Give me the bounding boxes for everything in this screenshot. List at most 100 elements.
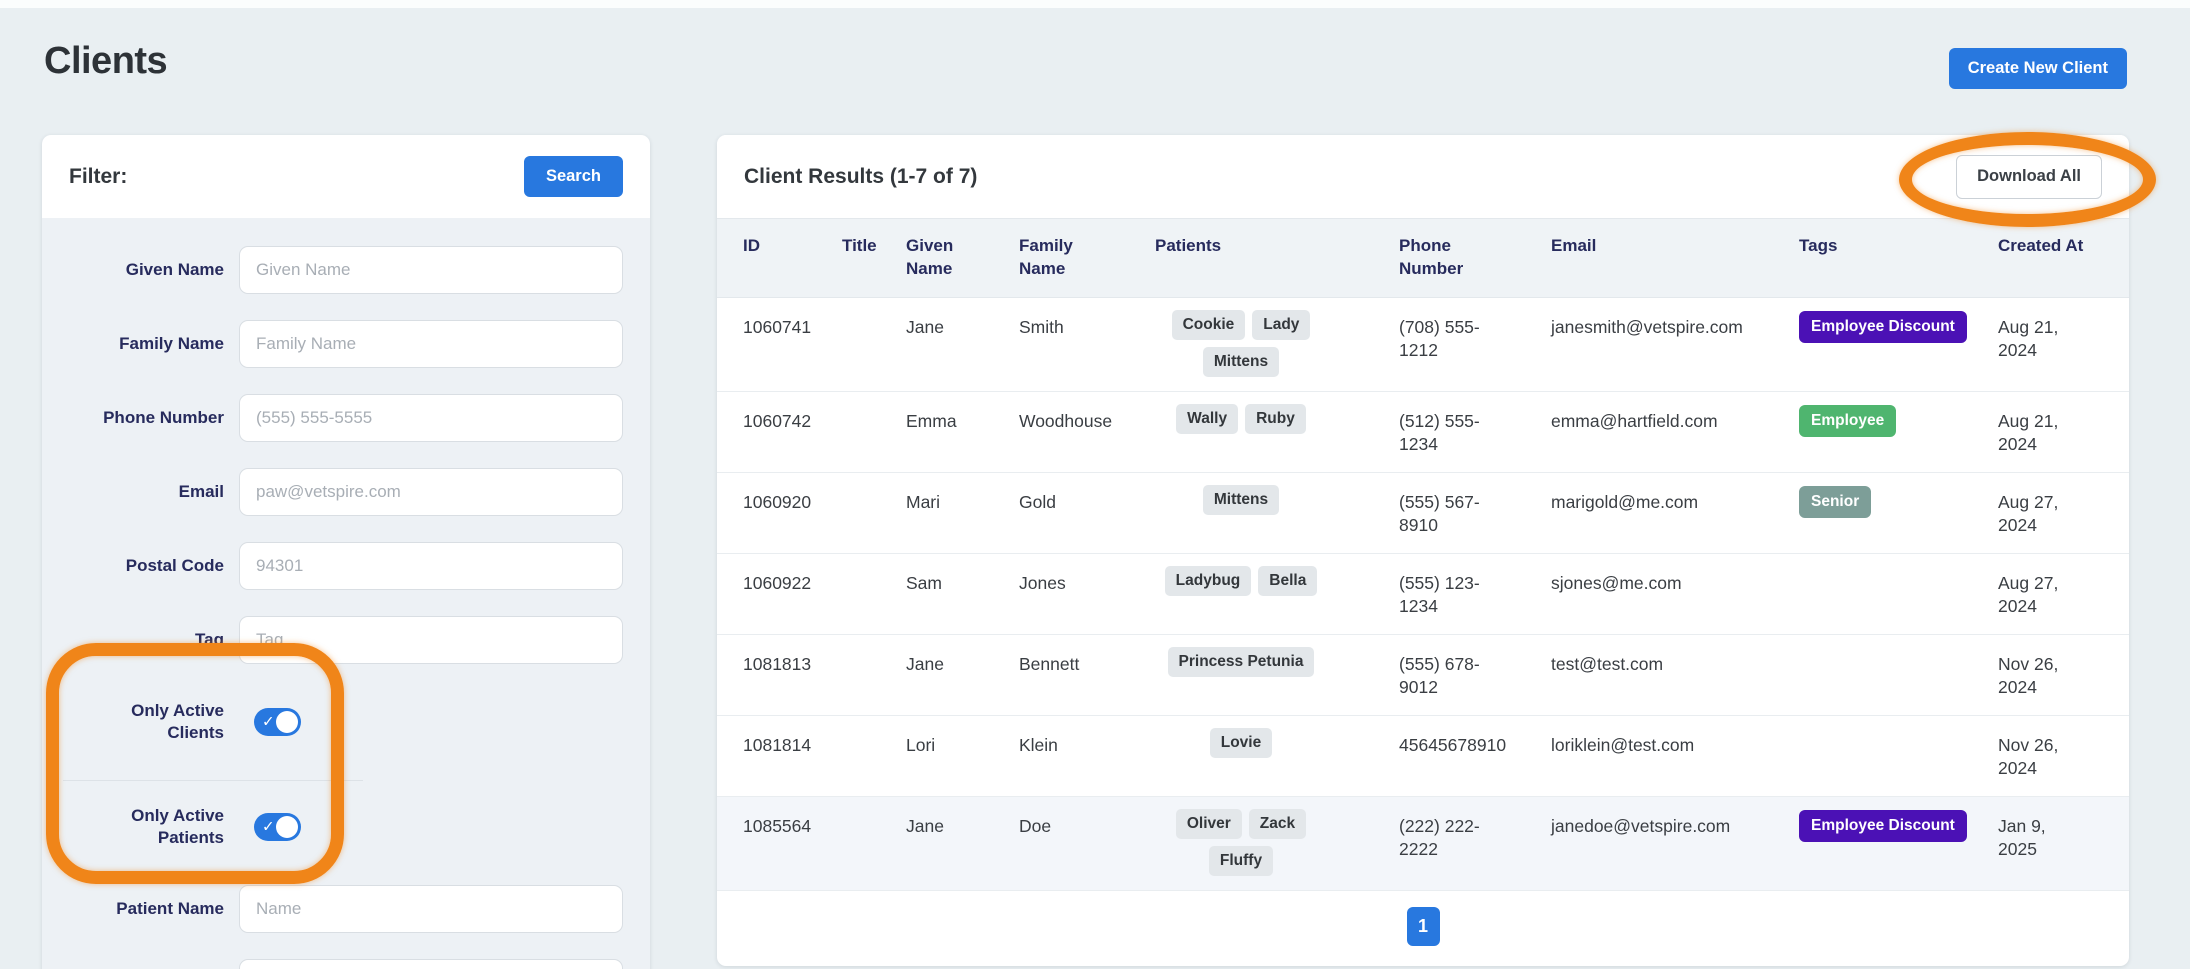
table-row[interactable]: 1081814 Lori Klein Lovie 45645678910 lor… (717, 716, 2129, 797)
cell-email: emma@hartfield.com (1551, 392, 1799, 447)
filter-body: Given Name Family Name Phone Number Emai… (42, 218, 650, 969)
cell-title (842, 635, 906, 667)
cell-id: 1081813 (743, 635, 842, 690)
page-title: Clients (44, 40, 167, 83)
toggle-switch-on[interactable]: ✓ (254, 708, 301, 736)
toggle-divider (63, 780, 363, 781)
column-header: Patients (1155, 235, 1399, 281)
cell-family-name: Woodhouse (1019, 392, 1155, 447)
cell-patients: CookieLady Mittens (1155, 298, 1327, 391)
filter-field-row: Patient Name (69, 885, 623, 933)
cell-tags: Employee (1799, 392, 1998, 451)
cell-title (842, 716, 906, 748)
cell-title (842, 797, 906, 829)
page-1-button[interactable]: 1 (1407, 907, 1440, 946)
cell-id: 1081814 (743, 716, 842, 771)
cell-created-at: Aug 21, 2024 (1998, 298, 2072, 376)
cell-family-name: Klein (1019, 716, 1155, 771)
filter-field-label: Phone Number (69, 407, 224, 429)
cell-family-name: Smith (1019, 298, 1155, 353)
cell-given-name: Jane (906, 635, 1019, 690)
filter-field-input[interactable] (239, 394, 623, 442)
column-header: Created At (1998, 235, 2129, 281)
search-button[interactable]: Search (524, 156, 623, 197)
column-header: Tags (1799, 235, 1998, 281)
filter-field-input[interactable] (239, 885, 623, 933)
cell-email: sjones@me.com (1551, 554, 1799, 609)
filter-field-input[interactable] (239, 616, 623, 664)
filter-field-row: Tag (69, 616, 623, 664)
filter-field-label: Tag (69, 629, 224, 651)
cell-phone-number: (512) 555-1234 (1399, 392, 1495, 470)
patient-chip: Mittens (1203, 485, 1279, 515)
cell-id: 1060741 (743, 298, 842, 353)
patient-chip: Mittens (1203, 347, 1279, 377)
patient-chip: Wally (1176, 404, 1238, 434)
column-header: Given Name (906, 235, 991, 281)
cell-given-name: Mari (906, 473, 1019, 528)
table-row[interactable]: 1060742 Emma Woodhouse WallyRuby (512) 5… (717, 392, 2129, 473)
table-row[interactable]: 1085564 Jane Doe OliverZackFluffy (222) … (717, 797, 2129, 891)
cell-patients: WallyRuby (1155, 392, 1327, 448)
patient-chip: Cookie (1172, 310, 1246, 340)
filter-field-input[interactable] (239, 542, 623, 590)
filter-field-input[interactable] (239, 468, 623, 516)
table-body: 1060741 Jane Smith CookieLady Mittens (70… (717, 298, 2129, 892)
cell-title (842, 473, 906, 505)
cell-tags: Senior (1799, 473, 1998, 532)
patient-chip: Bella (1258, 566, 1317, 596)
cell-created-at: Aug 27, 2024 (1998, 554, 2072, 632)
pagination: 1 (717, 891, 2129, 946)
cell-email: janesmith@vetspire.com (1551, 298, 1799, 353)
cell-title (842, 554, 906, 586)
table-row[interactable]: 1060922 Sam Jones LadybugBella (555) 123… (717, 554, 2129, 635)
toggle-label: Only Active Patients (69, 805, 224, 849)
results-heading: Client Results (1-7 of 7) (744, 165, 977, 189)
cell-phone-number: (555) 567-8910 (1399, 473, 1495, 551)
filter-field-label: Family Name (69, 333, 224, 355)
toggle-switch-on[interactable]: ✓ (254, 813, 301, 841)
cell-phone-number: (708) 555-1212 (1399, 298, 1495, 376)
cell-id: 1060920 (743, 473, 842, 528)
column-header: ID (743, 235, 842, 281)
filter-field-row: Email (69, 468, 623, 516)
partial-input[interactable] (239, 959, 623, 969)
table-row[interactable]: 1081813 Jane Bennett Princess Petunia (5… (717, 635, 2129, 716)
cell-tags: Employee Discount (1799, 797, 1998, 856)
cell-tags: Employee Discount (1799, 298, 1998, 357)
cell-phone-number: 45645678910 (1399, 716, 1495, 771)
tag-chip: Senior (1799, 486, 1871, 518)
patient-chip: Zack (1249, 809, 1306, 839)
table-row[interactable]: 1060920 Mari Gold Mittens (555) 567-8910… (717, 473, 2129, 554)
cell-given-name: Jane (906, 797, 1019, 852)
cell-created-at: Jan 9, 2025 (1998, 797, 2072, 875)
filter-field-label: Postal Code (69, 555, 224, 577)
column-header: Phone Number (1399, 235, 1491, 281)
toggle-knob (276, 711, 298, 733)
filter-field-row-partial (69, 959, 623, 969)
filter-field-input[interactable] (239, 246, 623, 294)
cell-patients: Mittens (1155, 473, 1327, 529)
patient-chip: Fluffy (1209, 846, 1273, 876)
cell-created-at: Nov 26, 2024 (1998, 635, 2072, 713)
check-icon: ✓ (262, 818, 275, 836)
table-row[interactable]: 1060741 Jane Smith CookieLadyMittens (70… (717, 298, 2129, 392)
patient-chip: Oliver (1176, 809, 1242, 839)
patient-chip: Lady (1252, 310, 1310, 340)
cell-title (842, 298, 906, 330)
filter-toggle-row: Only Active Clients ✓ (69, 690, 623, 754)
cell-family-name: Jones (1019, 554, 1155, 609)
filter-field-input[interactable] (239, 320, 623, 368)
cell-id: 1060742 (743, 392, 842, 447)
filter-field-row: Phone Number (69, 394, 623, 442)
patient-chip: Ladybug (1165, 566, 1252, 596)
cell-phone-number: (222) 222-2222 (1399, 797, 1495, 875)
create-new-client-button[interactable]: Create New Client (1949, 48, 2127, 89)
column-header: Email (1551, 235, 1799, 281)
filter-field-row: Family Name (69, 320, 623, 368)
column-header: Family Name (1019, 235, 1119, 281)
download-all-button[interactable]: Download All (1956, 155, 2102, 199)
top-strip (0, 0, 2190, 8)
cell-given-name: Lori (906, 716, 1019, 771)
filter-field-row: Postal Code (69, 542, 623, 590)
